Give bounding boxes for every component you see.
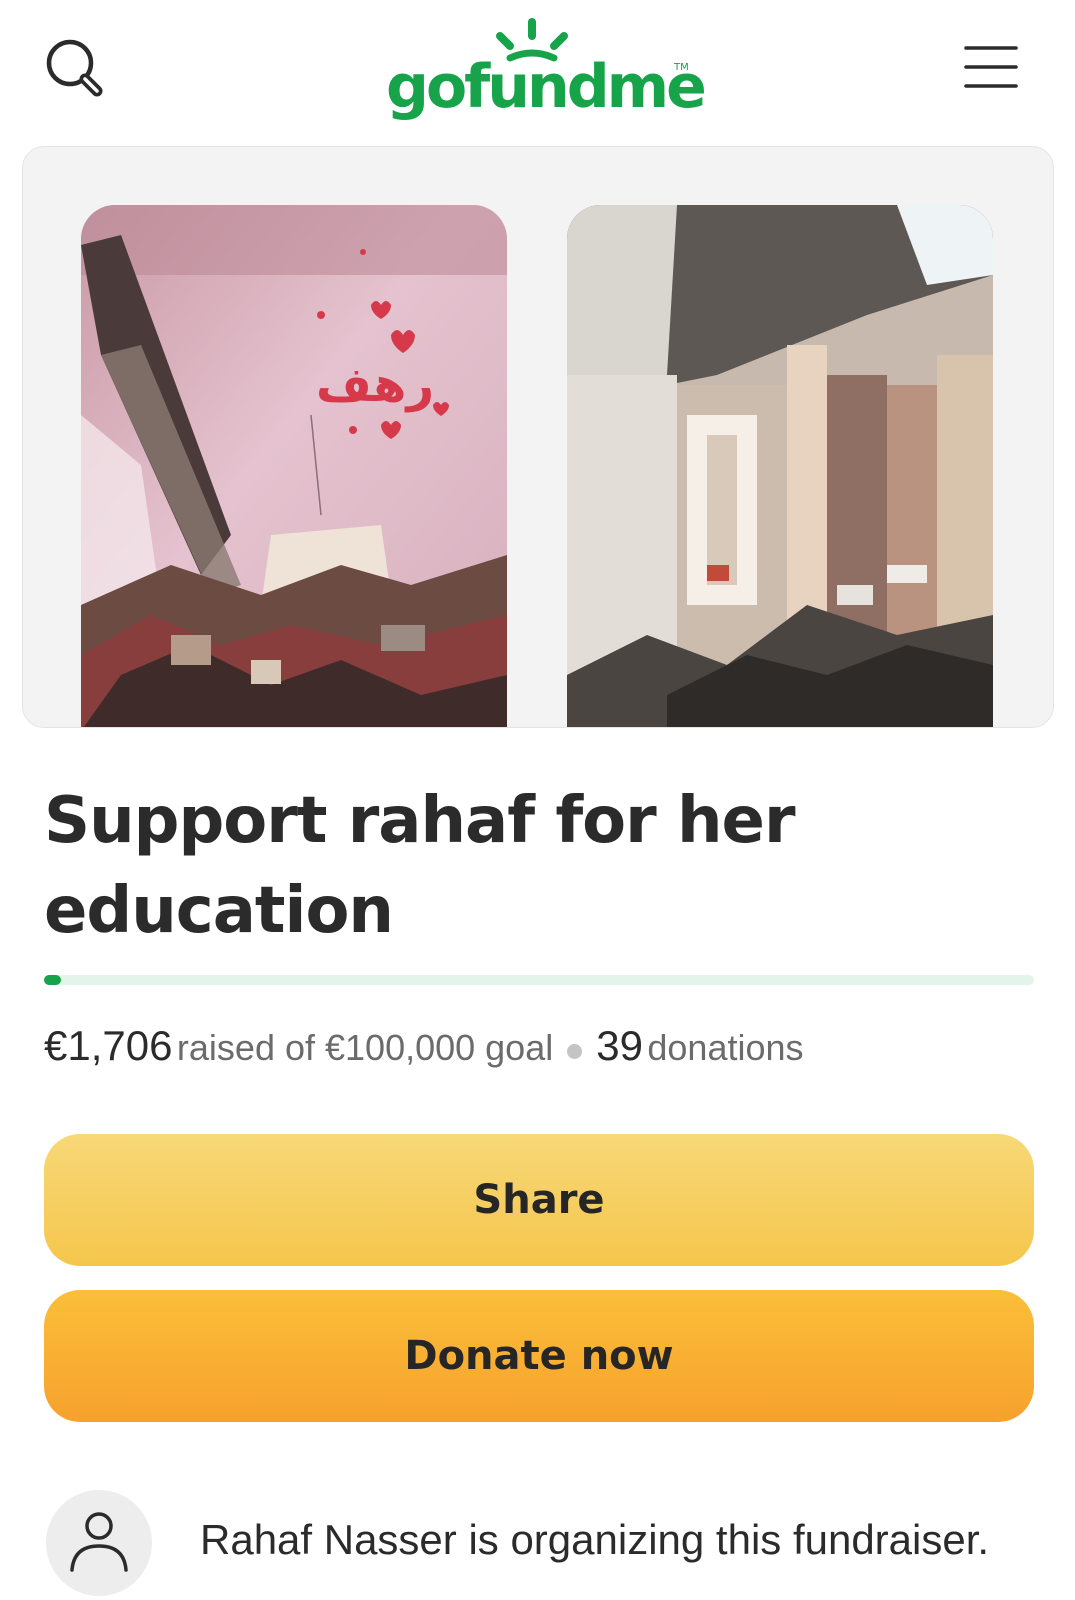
trademark-mark: TM bbox=[674, 62, 689, 73]
campaign-media-card[interactable]: رهف bbox=[22, 146, 1054, 728]
logo-wordmark: gofundme bbox=[386, 52, 707, 122]
wall-graffiti: رهف bbox=[316, 357, 434, 413]
raised-amount: €1,706 bbox=[44, 1022, 173, 1069]
damaged-pink-room-photo[interactable]: رهف bbox=[81, 205, 507, 727]
destroyed-hallway-photo[interactable] bbox=[567, 205, 993, 727]
person-icon bbox=[70, 1512, 128, 1572]
raised-goal-text: raised of €100,000 goal bbox=[176, 1027, 554, 1068]
share-button[interactable]: Share bbox=[44, 1134, 1034, 1266]
search-icon[interactable] bbox=[40, 34, 112, 106]
avatar[interactable] bbox=[46, 1490, 152, 1596]
site-header: gofundme TM bbox=[0, 0, 1075, 140]
organizer-row: Rahaf Nasser is organizing this fundrais… bbox=[46, 1490, 1056, 1596]
organizer-text: Rahaf Nasser is organizing this fundrais… bbox=[200, 1516, 990, 1563]
progress-bar-fill bbox=[44, 975, 61, 985]
gofundme-logo[interactable]: gofundme TM bbox=[386, 14, 707, 124]
separator-dot-icon bbox=[567, 1044, 583, 1060]
progress-bar bbox=[44, 975, 1034, 985]
hamburger-menu-icon[interactable] bbox=[960, 40, 1026, 96]
donate-now-button[interactable]: Donate now bbox=[44, 1290, 1034, 1422]
donation-stats: €1,706 raised of €100,000 goal 39 donatio… bbox=[44, 1022, 1044, 1076]
donation-label: donations bbox=[647, 1027, 804, 1068]
donation-count: 39 bbox=[596, 1022, 643, 1069]
campaign-title: Support rahaf for her education bbox=[44, 784, 796, 948]
